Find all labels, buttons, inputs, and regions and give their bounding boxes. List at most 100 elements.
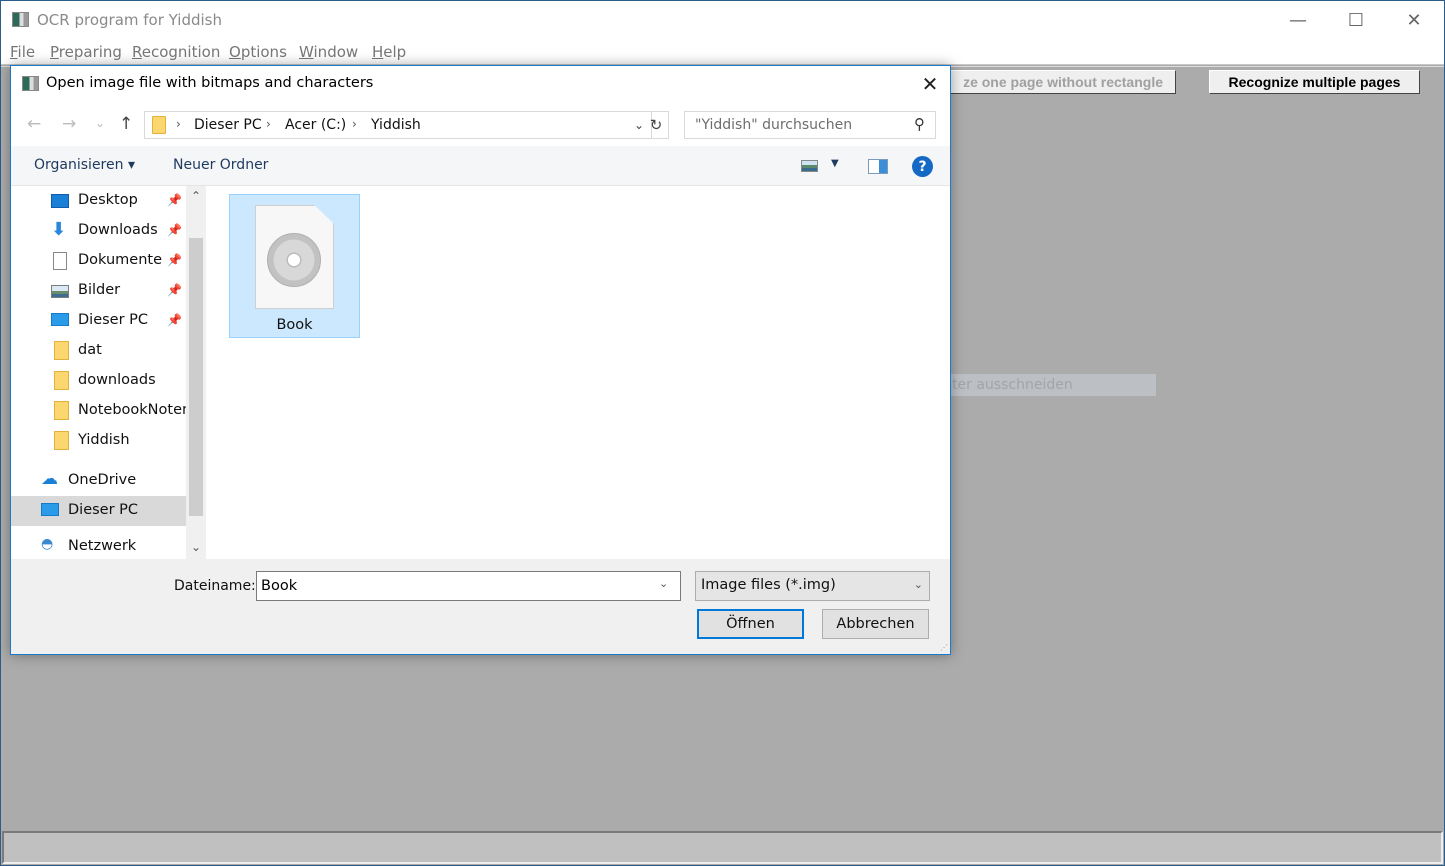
nav-item-label: Dieser PC (78, 312, 149, 328)
menu-options-mnemonic: O (229, 43, 241, 61)
search-placeholder: "Yiddish" durchsuchen (695, 117, 853, 133)
network-icon: ◓ (41, 536, 54, 552)
menu-preparing-label: reparing (58, 43, 122, 61)
nav-item-dieser-pc[interactable]: Dieser PC (11, 496, 186, 526)
pin-icon: 📌 (167, 253, 182, 267)
desktop-icon (51, 194, 69, 208)
preview-pane-icon[interactable] (868, 159, 888, 174)
nav-item-label: downloads (78, 372, 156, 388)
document-icon (53, 252, 67, 270)
nav-item-label: NotebookNoten (78, 402, 186, 418)
menu-file[interactable]: File (10, 43, 35, 61)
file-item-book[interactable]: Book (229, 194, 360, 338)
resize-grip-icon[interactable]: ⋰ (940, 643, 948, 652)
menu-recognition[interactable]: Recognition (132, 43, 220, 61)
menu-help[interactable]: Help (372, 43, 406, 61)
nav-item-dieser-pc-pinned[interactable]: Dieser PC 📌 (11, 306, 186, 336)
breadcrumb-separator: › (352, 117, 357, 131)
close-button[interactable]: ✕ (1385, 1, 1443, 39)
folder-icon (54, 401, 69, 420)
nav-item-documents[interactable]: Dokumente 📌 (11, 246, 186, 276)
back-arrow-icon[interactable]: ← (27, 114, 41, 134)
dialog-close-button[interactable]: ✕ (910, 66, 950, 102)
breadcrumb-dieser-pc[interactable]: Dieser PC (194, 117, 262, 133)
dialog-footer: Dateiname: ⌄ Image files (*.img) ⌄ Öffne… (11, 559, 950, 654)
breadcrumb-yiddish[interactable]: Yiddish (371, 117, 421, 133)
filetype-value: Image files (*.img) (701, 577, 836, 593)
menu-window-label: indow (313, 43, 359, 61)
help-icon[interactable]: ? (912, 156, 933, 177)
nav-item-dat[interactable]: dat (11, 336, 186, 366)
filename-label: Dateiname: (174, 578, 256, 594)
recent-locations-icon[interactable]: ⌄ (95, 116, 105, 130)
folder-icon (152, 116, 166, 134)
computer-icon (51, 313, 69, 326)
organize-button[interactable]: Organisieren ▾ (34, 157, 135, 173)
maximize-button[interactable]: ☐ (1327, 1, 1385, 39)
pictures-icon (51, 285, 69, 298)
nav-scrollbar[interactable]: ⌃ ⌄ (186, 186, 206, 559)
menu-preparing[interactable]: Preparing (50, 43, 122, 61)
forward-arrow-icon[interactable]: → (62, 114, 76, 134)
recognize-multiple-pages-button[interactable]: Recognize multiple pages (1209, 70, 1420, 94)
nav-item-label: Bilder (78, 282, 121, 298)
nav-item-onedrive[interactable]: ☁ OneDrive (11, 466, 186, 496)
breadcrumb-separator: › (176, 117, 181, 131)
recognize-one-page-label: ze one page without rectangle (963, 74, 1163, 90)
nav-item-pictures[interactable]: Bilder 📌 (11, 276, 186, 306)
dialog-title-bar: Open image file with bitmaps and charact… (11, 66, 950, 102)
menu-window-mnemonic: W (299, 43, 314, 61)
navigation-pane: Desktop 📌 ⬇ Downloads 📌 Dokumente 📌 Bild… (11, 186, 186, 559)
nav-item-desktop[interactable]: Desktop 📌 (11, 186, 186, 216)
filename-dropdown-icon[interactable]: ⌄ (659, 577, 668, 590)
menu-options-label: ptions (240, 43, 287, 61)
minimize-button[interactable]: — (1269, 1, 1327, 39)
nav-item-downloads[interactable]: ⬇ Downloads 📌 (11, 216, 186, 246)
cancel-button[interactable]: Abbrechen (822, 609, 929, 639)
cloud-icon: ☁ (41, 469, 58, 489)
pin-icon: 📌 (167, 223, 182, 237)
filename-input[interactable] (256, 571, 681, 601)
refresh-icon[interactable]: ↻ (644, 111, 669, 139)
up-arrow-icon[interactable]: ↑ (119, 114, 133, 134)
scroll-up-icon[interactable]: ⌃ (186, 186, 206, 206)
menu-file-mnemonic: F (10, 43, 18, 61)
new-folder-button[interactable]: Neuer Ordner (173, 157, 268, 173)
chevron-down-icon: ⌄ (913, 578, 923, 591)
menu-recognition-label: ecognition (141, 43, 221, 61)
nav-item-label: Dokumente (78, 252, 163, 268)
app-icon (12, 12, 29, 27)
menu-window[interactable]: Window (299, 43, 358, 61)
menu-file-label: ile (17, 43, 36, 61)
download-arrow-icon: ⬇ (51, 219, 67, 240)
nav-item-downloads-folder[interactable]: downloads (11, 366, 186, 396)
scrollbar-thumb[interactable] (189, 238, 203, 516)
nav-item-notebooknoten[interactable]: NotebookNoten (11, 396, 186, 426)
filetype-select[interactable]: Image files (*.img) ⌄ (695, 571, 930, 601)
open-button[interactable]: Öffnen (697, 609, 804, 639)
search-input[interactable]: "Yiddish" durchsuchen ⚲ (684, 111, 936, 139)
address-bar[interactable]: › Dieser PC › Acer (C:) › Yiddish ⌄ (144, 111, 652, 139)
nav-item-yiddish[interactable]: Yiddish (11, 426, 186, 456)
menu-help-mnemonic: H (372, 43, 384, 61)
menu-bar: File Preparing Recognition Options Windo… (1, 39, 1444, 65)
folder-icon (54, 431, 69, 450)
view-dropdown-icon[interactable]: ▼ (831, 158, 839, 169)
menu-recognition-mnemonic: R (132, 43, 142, 61)
pin-icon: 📌 (167, 193, 182, 207)
scroll-down-icon[interactable]: ⌄ (186, 537, 206, 557)
nav-item-network[interactable]: ◓ Netzwerk (11, 526, 186, 556)
menu-options[interactable]: Options (229, 43, 287, 61)
pin-icon: 📌 (167, 313, 182, 327)
navigation-row: ← → ⌄ ↑ › Dieser PC › Acer (C:) › Yiddis… (11, 102, 950, 146)
nav-item-label: Yiddish (78, 432, 130, 448)
change-view-icon[interactable] (801, 160, 818, 172)
breadcrumb-separator: › (266, 117, 271, 131)
nav-item-label: Dieser PC (68, 502, 139, 518)
open-file-dialog: Open image file with bitmaps and charact… (10, 65, 951, 655)
file-list: Book (206, 186, 950, 559)
breadcrumb-acer-c[interactable]: Acer (C:) (285, 117, 346, 133)
computer-icon (41, 503, 59, 516)
folder-icon (54, 371, 69, 390)
disc-image-icon (267, 233, 321, 287)
